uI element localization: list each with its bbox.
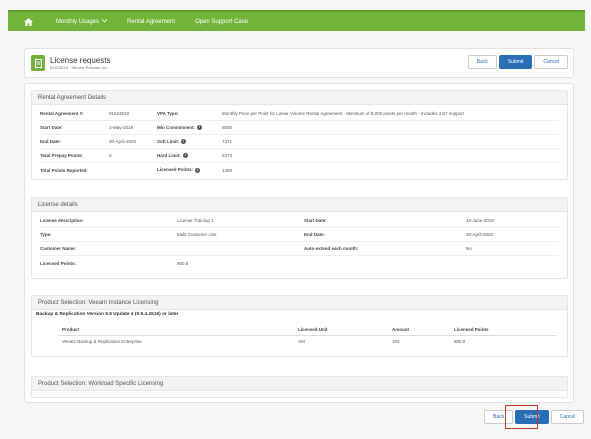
nav-item-open-support-case[interactable]: Open Support Case [195,19,248,25]
column-header: Amount [392,327,409,332]
agreement-label: Rental Agreement #: [40,111,84,116]
main-content: Rental Agreement Details Rental Agreemen… [24,83,574,403]
min-commitment-label: Min Commitment: [157,124,195,130]
customer-name-label: Customer Name: [40,246,77,251]
product-workload-section: Product Selection: Workload Specific Lic… [31,376,568,398]
license-start-label: Start Date: [304,218,327,223]
end-date-label: End Date: [40,139,62,144]
license-description-label: License description: [40,218,84,223]
points-reported-label: Total Points Reported: [40,167,88,173]
licensed-points-cell: 900.0 [454,339,466,344]
info-icon[interactable]: i [197,125,202,131]
license-points-label: Licensed Points: [40,260,77,266]
column-header: Licensed Points [454,327,489,332]
min-commitment-value: 5000 [222,125,233,130]
page-header: License requests 81623918 · Service Prov… [24,48,574,78]
back-button[interactable]: Back [467,55,497,69]
page-subtitle: 81623918 · Service Provider Inc [50,65,108,70]
type-value: Multi Customer Use [177,232,217,237]
column-header: Product [62,327,80,332]
document-icon [31,55,45,71]
table-row: Veeam Backup & Replication Enterprise VM… [58,336,557,350]
section-title: Product Selection: Workload Specific Lic… [32,377,567,391]
vpa-label: VPA Type: [157,111,179,116]
license-end-label: End Date: [304,232,326,237]
cancel-button[interactable]: Cancel [534,55,568,69]
rental-agreement-section: Rental Agreement Details Rental Agreemen… [31,90,568,180]
licensed-points-value: 1400 [222,167,233,173]
info-icon[interactable]: i [195,167,201,173]
prepay-points-label: Total Prepay Points: [40,153,84,158]
highlight-box [505,405,538,429]
agreement-value: 01623918 [109,111,130,116]
soft-limit-value: 7371 [222,139,233,144]
page-title: License requests [50,56,111,65]
product-instance-section: Product Selection: Veeam Instance Licens… [31,295,568,357]
table-header: Product Licensed Unit Amount Licensed Po… [58,324,557,336]
column-header: Licensed Unit [298,327,328,332]
amount-cell: 100 [392,339,400,344]
auto-extend-label: Auto-extend each month: [304,246,359,251]
top-navigation-bar: Monthly Usages Rental Agreement Open Sup… [8,10,585,31]
license-points-value: 900.0 [177,260,189,266]
prepay-points-value: 0 [109,153,112,158]
type-label: Type: [40,232,52,237]
hard-limit-label: Hard Limit: [157,152,181,158]
info-icon[interactable]: i [182,153,188,159]
section-title: Product Selection: Veeam Instance Licens… [32,296,567,310]
section-title: License details [32,198,567,212]
license-end-value: 30-April-2020 [466,232,494,237]
nav-item-rental-agreement[interactable]: Rental Agreement [127,19,175,25]
soft-limit-label: Soft Limit: [157,138,180,144]
licensed-points-label: Licensed Points: [157,167,194,173]
home-icon[interactable] [20,16,36,28]
section-title: Rental Agreement Details [32,91,567,105]
chevron-down-icon [101,18,108,25]
vpa-value: Monthly Price per Point for Linear Volum… [222,111,464,116]
licensed-unit-cell: VM [298,339,305,344]
product-group-title: Backup & Replication Version 9.5 Update … [36,312,179,317]
hard-limit-value: 8373 [222,153,233,158]
cancel-button[interactable]: Cancel [550,410,585,424]
auto-extend-value: No [466,246,472,251]
submit-button[interactable]: Submit [498,55,533,69]
info-icon[interactable]: i [181,139,187,145]
nav-item-monthly-usages[interactable]: Monthly Usages [56,18,108,25]
license-start-value: 16-June-2019 [466,218,494,223]
start-date-value: 1-May-2019 [109,125,134,130]
license-details-section: License details License description: Lic… [31,197,568,279]
end-date-value: 30-April-2020 [109,139,137,144]
start-date-label: Start Date: [40,125,63,130]
product-name-cell: Veeam Backup & Replication Enterprise [62,339,142,344]
license-description-value: License Training 1 [177,218,214,223]
